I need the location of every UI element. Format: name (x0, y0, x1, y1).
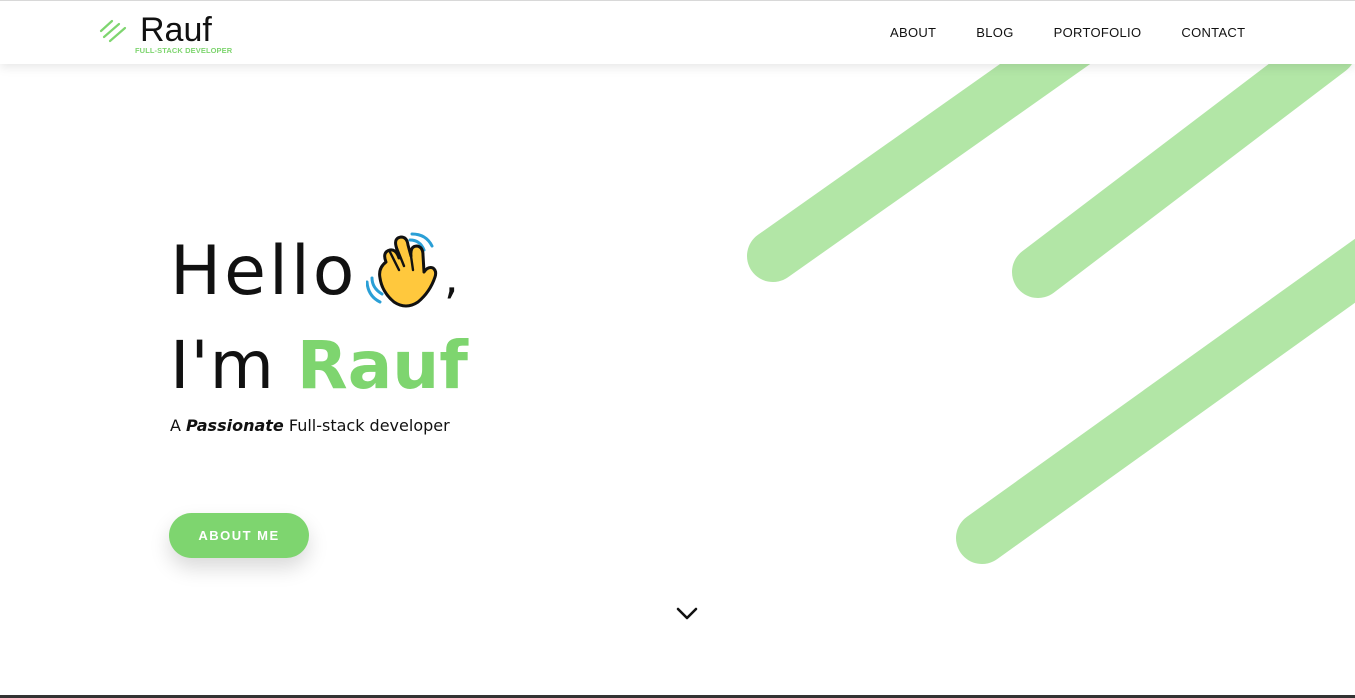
nav-link-contact[interactable]: CONTACT (1181, 25, 1245, 40)
main-nav: ABOUT BLOG PORTOFOLIO CONTACT (890, 25, 1245, 40)
logo-text: Rauf (140, 11, 212, 49)
tagline-prefix: A (170, 416, 181, 435)
greeting-comma: , (444, 250, 459, 304)
double-slash-logo-icon (99, 19, 127, 43)
tagline-suffix: Full-stack developer (288, 416, 450, 435)
top-navbar: Rauf FULL-STACK DEVELOPER ABOUT BLOG POR… (0, 0, 1355, 64)
hero-name: Rauf (296, 327, 468, 404)
nav-link-about[interactable]: ABOUT (890, 25, 936, 40)
about-me-button[interactable]: ABOUT ME (169, 513, 309, 558)
hero-tagline: A Passionate Full-stack developer (170, 416, 450, 435)
hero-section: Hello , I'm Rauf A Passionate Full-stack… (0, 0, 1355, 698)
hero-intro: I'm Rauf (170, 326, 468, 406)
hero-greeting: Hello (170, 232, 358, 311)
chevron-down-icon[interactable] (675, 606, 699, 622)
intro-prefix: I'm (170, 327, 275, 404)
tagline-emphasis: Passionate (186, 416, 284, 435)
nav-link-portfolio[interactable]: PORTOFOLIO (1054, 25, 1142, 40)
nav-link-blog[interactable]: BLOG (976, 25, 1013, 40)
waving-hand-icon (366, 232, 438, 308)
logo-subtitle: FULL-STACK DEVELOPER (135, 46, 233, 55)
logo[interactable]: Rauf FULL-STACK DEVELOPER (98, 7, 238, 59)
